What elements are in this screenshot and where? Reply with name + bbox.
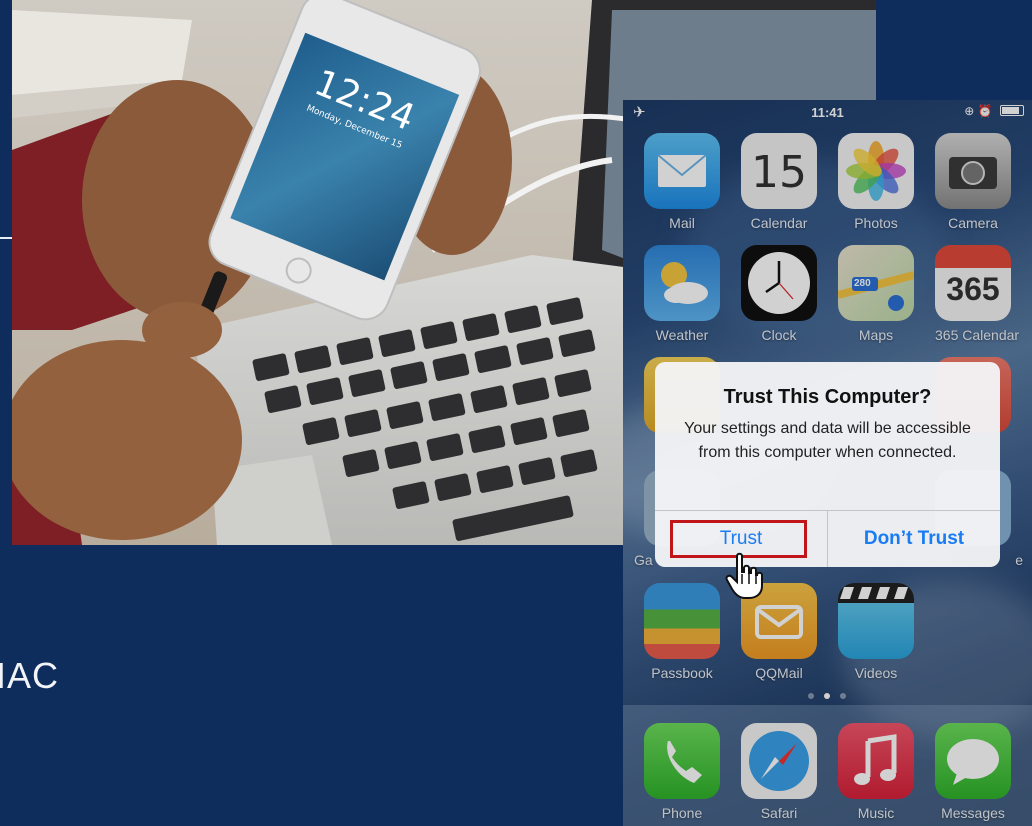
- alert-title: Trust This Computer?: [723, 386, 932, 408]
- slide-caption-fragment: IAC: [0, 655, 60, 696]
- trust-computer-alert: Trust This Computer? Your settings and d…: [655, 362, 1000, 567]
- dont-trust-button[interactable]: Don’t Trust: [828, 511, 1000, 567]
- iphone-home-screen: ✈ 11:41 ⊕ ⏰ Mail 15 Calendar Photos Came…: [623, 100, 1032, 826]
- slide-divider: [0, 237, 12, 239]
- alert-message: Your settings and data will be accessibl…: [684, 420, 971, 461]
- hand-pointer-cursor-icon: [725, 552, 763, 605]
